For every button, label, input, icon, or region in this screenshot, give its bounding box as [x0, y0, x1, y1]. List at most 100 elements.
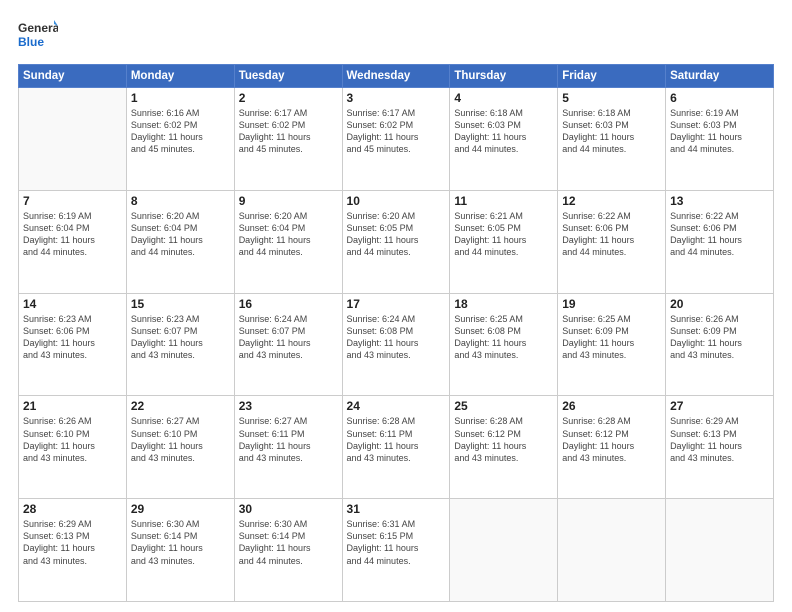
day-info: Sunrise: 6:26 AM Sunset: 6:09 PM Dayligh… [670, 313, 769, 362]
day-number: 16 [239, 297, 338, 311]
day-cell: 6 Sunrise: 6:19 AM Sunset: 6:03 PM Daylig… [666, 88, 774, 191]
day-info: Sunrise: 6:17 AM Sunset: 6:02 PM Dayligh… [239, 107, 338, 156]
day-cell [450, 499, 558, 602]
day-info: Sunrise: 6:18 AM Sunset: 6:03 PM Dayligh… [562, 107, 661, 156]
day-number: 31 [347, 502, 446, 516]
day-cell: 27 Sunrise: 6:29 AM Sunset: 6:13 PM Dayli… [666, 396, 774, 499]
day-info: Sunrise: 6:20 AM Sunset: 6:04 PM Dayligh… [131, 210, 230, 259]
day-number: 10 [347, 194, 446, 208]
day-number: 19 [562, 297, 661, 311]
day-info: Sunrise: 6:28 AM Sunset: 6:11 PM Dayligh… [347, 415, 446, 464]
day-number: 25 [454, 399, 553, 413]
week-row-2: 7Sunrise: 6:19 AM Sunset: 6:04 PM Daylig… [19, 190, 774, 293]
day-cell: 2Sunrise: 6:17 AM Sunset: 6:02 PM Daylig… [234, 88, 342, 191]
day-number: 29 [131, 502, 230, 516]
day-number: 5 [562, 91, 661, 105]
day-number: 23 [239, 399, 338, 413]
day-cell: 12Sunrise: 6:22 AM Sunset: 6:06 PM Dayli… [558, 190, 666, 293]
weekday-header-saturday: Saturday [666, 65, 774, 88]
day-cell: 26Sunrise: 6:28 AM Sunset: 6:12 PM Dayli… [558, 396, 666, 499]
day-info: Sunrise: 6:30 AM Sunset: 6:14 PM Dayligh… [131, 518, 230, 567]
day-number: 6 [670, 91, 769, 105]
day-number: 13 [670, 194, 769, 208]
day-number: 3 [347, 91, 446, 105]
day-info: Sunrise: 6:22 AM Sunset: 6:06 PM Dayligh… [562, 210, 661, 259]
day-number: 22 [131, 399, 230, 413]
logo-svg: General Blue [18, 18, 58, 54]
day-number: 14 [23, 297, 122, 311]
week-row-4: 21Sunrise: 6:26 AM Sunset: 6:10 PM Dayli… [19, 396, 774, 499]
day-number: 11 [454, 194, 553, 208]
day-info: Sunrise: 6:20 AM Sunset: 6:05 PM Dayligh… [347, 210, 446, 259]
day-info: Sunrise: 6:19 AM Sunset: 6:03 PM Dayligh… [670, 107, 769, 156]
week-row-1: 1 Sunrise: 6:16 AM Sunset: 6:02 PM Daylig… [19, 88, 774, 191]
day-info: Sunrise: 6:22 AM Sunset: 6:06 PM Dayligh… [670, 210, 769, 259]
day-info: Sunrise: 6:30 AM Sunset: 6:14 PM Dayligh… [239, 518, 338, 567]
day-number: 1 [131, 91, 230, 105]
day-info: Sunrise: 6:17 AM Sunset: 6:02 PM Dayligh… [347, 107, 446, 156]
day-cell: 8 Sunrise: 6:20 AM Sunset: 6:04 PM Daylig… [126, 190, 234, 293]
day-cell: 21Sunrise: 6:26 AM Sunset: 6:10 PM Dayli… [19, 396, 127, 499]
day-cell: 19 Sunrise: 6:25 AM Sunset: 6:09 PM Dayli… [558, 293, 666, 396]
day-cell [19, 88, 127, 191]
day-info: Sunrise: 6:23 AM Sunset: 6:07 PM Dayligh… [131, 313, 230, 362]
svg-text:General: General [18, 21, 58, 35]
day-cell: 16 Sunrise: 6:24 AM Sunset: 6:07 PM Dayli… [234, 293, 342, 396]
day-cell: 24 Sunrise: 6:28 AM Sunset: 6:11 PM Dayli… [342, 396, 450, 499]
weekday-header-wednesday: Wednesday [342, 65, 450, 88]
day-info: Sunrise: 6:26 AM Sunset: 6:10 PM Dayligh… [23, 415, 122, 464]
day-cell: 30Sunrise: 6:30 AM Sunset: 6:14 PM Dayli… [234, 499, 342, 602]
day-number: 28 [23, 502, 122, 516]
week-row-5: 28 Sunrise: 6:29 AM Sunset: 6:13 PM Dayli… [19, 499, 774, 602]
day-info: Sunrise: 6:28 AM Sunset: 6:12 PM Dayligh… [454, 415, 553, 464]
day-cell: 4Sunrise: 6:18 AM Sunset: 6:03 PM Daylig… [450, 88, 558, 191]
day-number: 24 [347, 399, 446, 413]
day-info: Sunrise: 6:24 AM Sunset: 6:08 PM Dayligh… [347, 313, 446, 362]
day-info: Sunrise: 6:27 AM Sunset: 6:10 PM Dayligh… [131, 415, 230, 464]
day-cell: 15 Sunrise: 6:23 AM Sunset: 6:07 PM Dayli… [126, 293, 234, 396]
day-number: 20 [670, 297, 769, 311]
day-cell: 14Sunrise: 6:23 AM Sunset: 6:06 PM Dayli… [19, 293, 127, 396]
day-cell: 1 Sunrise: 6:16 AM Sunset: 6:02 PM Daylig… [126, 88, 234, 191]
day-info: Sunrise: 6:19 AM Sunset: 6:04 PM Dayligh… [23, 210, 122, 259]
day-cell: 20 Sunrise: 6:26 AM Sunset: 6:09 PM Dayli… [666, 293, 774, 396]
day-info: Sunrise: 6:27 AM Sunset: 6:11 PM Dayligh… [239, 415, 338, 464]
weekday-header-row: SundayMondayTuesdayWednesdayThursdayFrid… [19, 65, 774, 88]
day-cell [666, 499, 774, 602]
weekday-header-tuesday: Tuesday [234, 65, 342, 88]
day-number: 15 [131, 297, 230, 311]
day-cell: 25 Sunrise: 6:28 AM Sunset: 6:12 PM Dayli… [450, 396, 558, 499]
header: General Blue [18, 18, 774, 54]
day-info: Sunrise: 6:25 AM Sunset: 6:08 PM Dayligh… [454, 313, 553, 362]
day-number: 17 [347, 297, 446, 311]
day-cell: 9 Sunrise: 6:20 AM Sunset: 6:04 PM Daylig… [234, 190, 342, 293]
day-number: 27 [670, 399, 769, 413]
day-info: Sunrise: 6:25 AM Sunset: 6:09 PM Dayligh… [562, 313, 661, 362]
day-cell [558, 499, 666, 602]
day-number: 9 [239, 194, 338, 208]
day-cell: 5 Sunrise: 6:18 AM Sunset: 6:03 PM Daylig… [558, 88, 666, 191]
day-cell: 3 Sunrise: 6:17 AM Sunset: 6:02 PM Daylig… [342, 88, 450, 191]
day-cell: 13 Sunrise: 6:22 AM Sunset: 6:06 PM Dayli… [666, 190, 774, 293]
day-cell: 23 Sunrise: 6:27 AM Sunset: 6:11 PM Dayli… [234, 396, 342, 499]
day-info: Sunrise: 6:29 AM Sunset: 6:13 PM Dayligh… [23, 518, 122, 567]
day-cell: 31Sunrise: 6:31 AM Sunset: 6:15 PM Dayli… [342, 499, 450, 602]
day-info: Sunrise: 6:20 AM Sunset: 6:04 PM Dayligh… [239, 210, 338, 259]
page: General Blue SundayMondayTuesdayWednesda… [0, 0, 792, 612]
day-number: 18 [454, 297, 553, 311]
weekday-header-monday: Monday [126, 65, 234, 88]
day-info: Sunrise: 6:29 AM Sunset: 6:13 PM Dayligh… [670, 415, 769, 464]
svg-text:Blue: Blue [18, 35, 44, 49]
day-info: Sunrise: 6:24 AM Sunset: 6:07 PM Dayligh… [239, 313, 338, 362]
calendar-table: SundayMondayTuesdayWednesdayThursdayFrid… [18, 64, 774, 602]
day-info: Sunrise: 6:28 AM Sunset: 6:12 PM Dayligh… [562, 415, 661, 464]
day-info: Sunrise: 6:16 AM Sunset: 6:02 PM Dayligh… [131, 107, 230, 156]
day-info: Sunrise: 6:21 AM Sunset: 6:05 PM Dayligh… [454, 210, 553, 259]
day-cell: 22 Sunrise: 6:27 AM Sunset: 6:10 PM Dayli… [126, 396, 234, 499]
day-number: 8 [131, 194, 230, 208]
day-cell: 28 Sunrise: 6:29 AM Sunset: 6:13 PM Dayli… [19, 499, 127, 602]
day-cell: 7Sunrise: 6:19 AM Sunset: 6:04 PM Daylig… [19, 190, 127, 293]
day-cell: 29 Sunrise: 6:30 AM Sunset: 6:14 PM Dayli… [126, 499, 234, 602]
day-number: 4 [454, 91, 553, 105]
day-cell: 11 Sunrise: 6:21 AM Sunset: 6:05 PM Dayli… [450, 190, 558, 293]
